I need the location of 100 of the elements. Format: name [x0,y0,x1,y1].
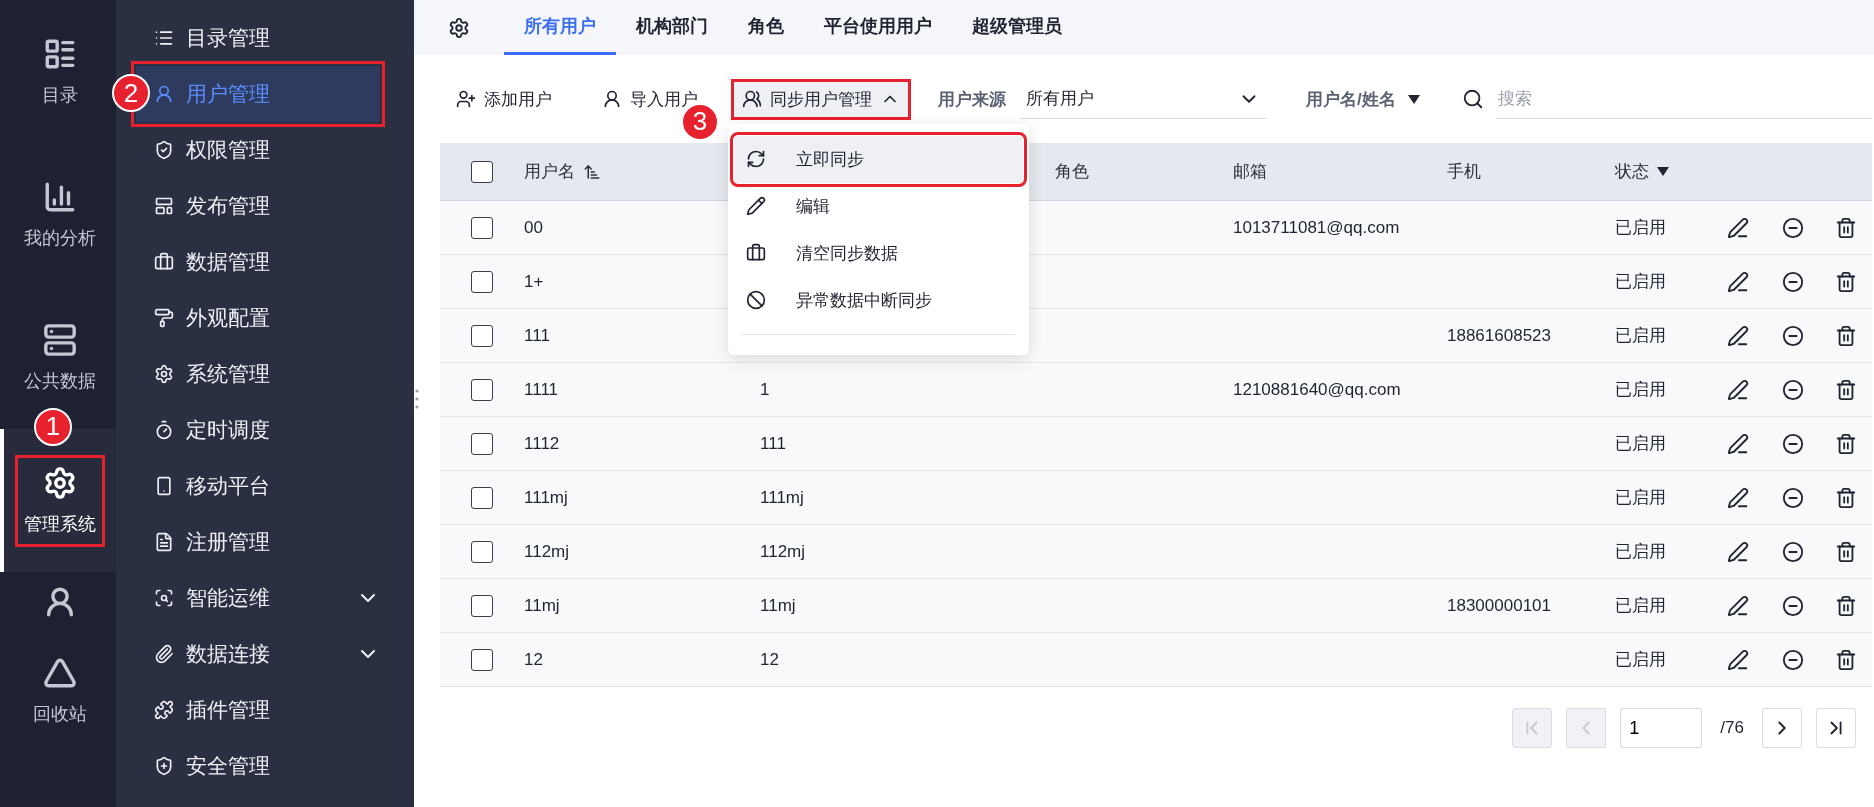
user-icon [602,89,622,109]
rail-label[interactable]: 我的分析 [24,225,96,250]
settings-icon[interactable] [448,16,470,39]
menu-item[interactable]: 异常数据中断同步 [734,276,1023,324]
checkbox[interactable] [471,216,493,239]
menu-label: 清空同步数据 [796,242,898,265]
delete-icon[interactable] [1835,324,1857,347]
delete-icon[interactable] [1835,270,1857,293]
tab[interactable]: 超级管理员 [952,0,1082,55]
step-badge: 1 [34,407,72,446]
search-field[interactable]: 搜索 [1495,79,1872,119]
nav-label: 插件管理 [186,697,271,723]
table-cell-text: 已启用 [1615,595,1667,617]
last-page-button[interactable] [1816,708,1856,748]
nav-item[interactable]: 权限管理 [116,122,380,178]
delete-icon[interactable] [1835,540,1857,563]
checkbox[interactable] [471,540,493,563]
rail-label[interactable]: 公共数据 [24,368,96,393]
menu-item[interactable]: 清空同步数据 [734,229,1023,277]
checkbox[interactable] [471,486,493,509]
checkbox[interactable] [471,160,493,183]
checkbox[interactable] [471,648,493,671]
tab[interactable]: 角色 [728,0,804,55]
minus-circle-icon[interactable] [1781,378,1804,401]
nav-item[interactable]: 数据连接 [116,626,380,682]
server-icon[interactable] [43,322,77,357]
rail-label[interactable]: 目录 [42,82,78,107]
search-by-dropdown[interactable]: 用户名/姓名 [1306,87,1420,111]
delete-icon[interactable] [1835,378,1857,401]
checkbox[interactable] [471,594,493,617]
nav-item[interactable]: 插件管理 [116,682,380,738]
minus-circle-icon[interactable] [1781,486,1804,509]
edit-icon[interactable] [1726,270,1749,293]
phone-icon [154,476,174,496]
tab[interactable]: 机构部门 [616,0,728,55]
rail-label[interactable]: 管理系统 [24,511,96,536]
sort-icon[interactable] [583,162,601,181]
nav-label: 数据连接 [186,641,271,667]
rail-label[interactable]: 回收站 [33,702,87,726]
tab[interactable]: 所有用户 [504,0,616,55]
edit-icon[interactable] [1726,432,1749,455]
nav-item[interactable]: 注册管理 [116,514,380,570]
nav-item[interactable]: 智能运维 [116,570,380,626]
checkbox[interactable] [471,432,493,455]
nav-item[interactable]: 系统管理 [116,346,380,402]
edit-icon[interactable] [1726,378,1749,401]
users-icon [742,89,762,109]
sync-users-button[interactable]: 同步用户管理 [734,81,908,117]
nav-item[interactable]: 目录管理 [116,10,380,66]
source-select[interactable]: 所有用户 [1020,79,1266,119]
table-cell-text: 已启用 [1615,487,1667,509]
checkbox[interactable] [471,270,493,293]
page-input[interactable]: 1 [1620,708,1703,748]
table-cell-text: 111 [524,325,551,346]
table-cell-text: 111mj [760,487,805,508]
menu-item[interactable]: 编辑 [734,182,1023,230]
minus-circle-icon[interactable] [1781,432,1804,455]
minus-circle-icon[interactable] [1781,540,1804,563]
minus-circle-icon[interactable] [1781,216,1804,239]
add-user-button[interactable]: 添加用户 [448,81,560,117]
delete-icon[interactable] [1835,648,1857,671]
table-cell-text: 11mj [524,595,561,616]
minus-circle-icon[interactable] [1781,648,1804,671]
delete-icon[interactable] [1835,432,1857,455]
table-cell-text: 已启用 [1615,541,1667,563]
nav-item[interactable]: 移动平台 [116,458,380,514]
triangle-icon[interactable] [43,656,77,690]
gear-icon[interactable] [43,465,77,500]
shield-plus-icon [154,756,174,776]
tab[interactable]: 平台使用用户 [804,0,952,55]
checkbox[interactable] [471,378,493,401]
nav-item[interactable]: 外观配置 [116,290,380,346]
nav-item[interactable]: 发布管理 [116,178,380,234]
caret-icon [1407,94,1420,104]
delete-icon[interactable] [1835,594,1857,617]
nav-item[interactable]: 安全管理 [116,738,380,794]
checkbox[interactable] [471,324,493,347]
document-icon [154,532,174,552]
edit-icon[interactable] [1726,648,1749,671]
menu-label: 立即同步 [796,148,864,171]
nav-label: 目录管理 [186,25,271,51]
column-header: 邮箱 [1233,161,1268,183]
user-icon [154,84,174,104]
next-page-button[interactable] [1762,708,1802,748]
minus-circle-icon[interactable] [1781,594,1804,617]
edit-icon[interactable] [1726,540,1749,563]
delete-icon[interactable] [1835,216,1857,239]
table-cell-text: 111mj [524,487,569,508]
minus-circle-icon[interactable] [1781,324,1804,347]
briefcase-icon [154,252,174,272]
edit-icon[interactable] [1726,324,1749,347]
edit-icon[interactable] [1726,594,1749,617]
nav-item[interactable]: 数据管理 [116,234,380,290]
edit-icon[interactable] [1726,216,1749,239]
delete-icon[interactable] [1835,486,1857,509]
nav-label: 注册管理 [186,529,271,555]
table-cell-text: 已启用 [1615,217,1667,239]
minus-circle-icon[interactable] [1781,270,1804,293]
nav-item[interactable]: 定时调度 [116,402,380,458]
edit-icon[interactable] [1726,486,1749,509]
